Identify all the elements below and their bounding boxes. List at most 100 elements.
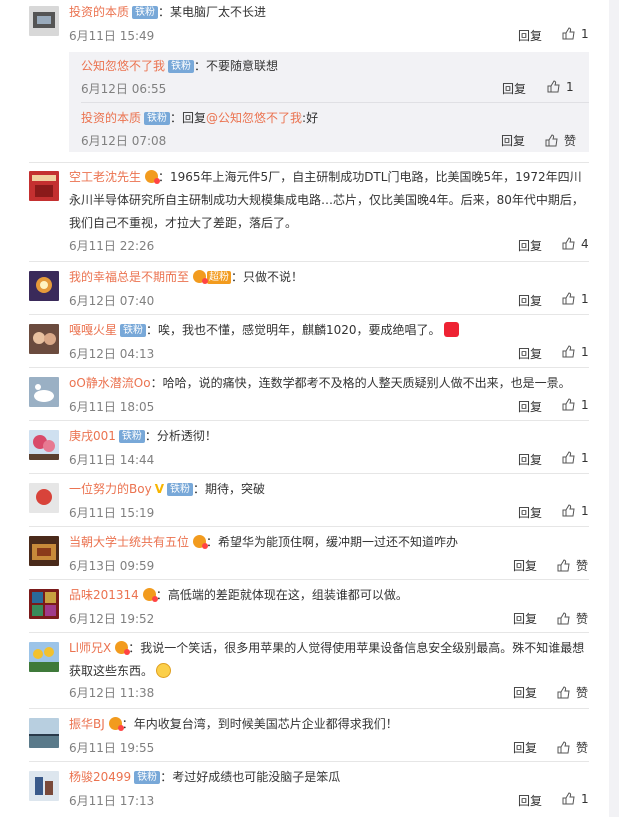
username[interactable]: 杨骏20499 xyxy=(69,770,131,784)
fan-badge[interactable]: 铁粉 xyxy=(168,60,195,73)
avatar[interactable] xyxy=(29,483,59,513)
reply-button[interactable]: 回复 xyxy=(513,739,537,756)
thumbs-up-icon xyxy=(562,398,575,411)
avatar[interactable] xyxy=(29,171,59,201)
comment-text: ：哈哈，说的痛快，连数学都考不及格的人整天质疑别人做不出来，也是一景。 xyxy=(150,376,571,390)
like-button[interactable]: 赞 xyxy=(557,739,588,756)
mention-link[interactable]: @公知忽悠不了我 xyxy=(206,111,302,125)
username[interactable]: 投资的本质 xyxy=(81,111,141,125)
reply-button[interactable]: 回复 xyxy=(518,451,542,468)
reply-button[interactable]: 回复 xyxy=(501,132,525,149)
page-gutter xyxy=(609,0,619,817)
superfan-icon[interactable] xyxy=(145,170,161,184)
username[interactable]: oO静水潜流Oo xyxy=(69,376,151,390)
username[interactable]: Ll师兄X xyxy=(69,641,111,655)
fan-badge[interactable]: 铁粉 xyxy=(132,6,159,19)
comment-date: 6月13日 09:59 xyxy=(69,559,155,573)
fan-badge[interactable]: 铁粉 xyxy=(134,771,161,784)
superfan-badge[interactable]: 超粉 xyxy=(207,271,232,284)
reply-button[interactable]: 回复 xyxy=(518,27,542,44)
comment-text: ：年内收复台湾，到时候美国芯片企业都得求我们！ xyxy=(121,717,398,731)
verified-v-icon[interactable]: V xyxy=(155,482,164,496)
like-button[interactable]: 1 xyxy=(562,345,589,359)
avatar[interactable] xyxy=(29,589,59,619)
like-button[interactable]: 赞 xyxy=(545,132,576,149)
like-count: 1 xyxy=(581,792,589,806)
avatar[interactable] xyxy=(29,718,59,748)
reply-button[interactable]: 回复 xyxy=(513,557,537,574)
username[interactable]: 投资的本质 xyxy=(69,5,129,19)
username[interactable]: 品味201314 xyxy=(69,588,139,602)
like-button[interactable]: 赞 xyxy=(557,684,588,701)
username[interactable]: 一位努力的Boy xyxy=(69,482,152,496)
like-button[interactable]: 1 xyxy=(562,292,589,306)
username[interactable]: 我的幸福总是不期而至 xyxy=(69,270,189,284)
superfan-icon[interactable] xyxy=(193,270,209,284)
comment-item: 杨骏20499 铁粉 ：考过好成绩也可能没脑子是笨瓜 6月11日 17:13 回复 … xyxy=(29,768,589,813)
comment-date: 6月11日 19:55 xyxy=(69,741,155,755)
reply-button[interactable]: 回复 xyxy=(518,345,542,362)
avatar[interactable] xyxy=(29,324,59,354)
avatar[interactable] xyxy=(29,6,59,36)
fan-badge[interactable]: 铁粉 xyxy=(118,430,145,443)
superfan-icon[interactable] xyxy=(115,641,131,655)
divider xyxy=(29,367,589,368)
avatar[interactable] xyxy=(29,271,59,301)
like-button[interactable]: 1 xyxy=(562,451,589,465)
thumbs-up-icon xyxy=(562,451,575,464)
reply-item: 公知忽悠不了我 铁粉 ：不要随意联想 xyxy=(81,56,278,76)
avatar[interactable] xyxy=(29,377,59,407)
username[interactable]: 振华BJ xyxy=(69,717,105,731)
like-button[interactable]: 4 xyxy=(562,237,589,251)
like-count: 4 xyxy=(581,237,589,251)
username[interactable]: 当朝大学士统共有五位 xyxy=(69,535,189,549)
like-button[interactable]: 1 xyxy=(562,398,589,412)
like-button[interactable]: 1 xyxy=(562,27,589,41)
like-button[interactable]: 1 xyxy=(562,792,589,806)
comment-item: 振华BJ ：年内收复台湾，到时候美国芯片企业都得求我们！ 6月11日 19:55 … xyxy=(29,715,589,760)
comment-item: 一位努力的Boy V 铁粉 ：期待，突破 6月11日 15:19 回复 1 xyxy=(29,480,589,525)
divider xyxy=(29,420,589,421)
avatar[interactable] xyxy=(29,536,59,566)
like-count: 1 xyxy=(581,27,589,41)
avatar[interactable] xyxy=(29,430,59,460)
reply-button[interactable]: 回复 xyxy=(513,684,537,701)
like-count: 1 xyxy=(581,504,589,518)
thumbs-up-icon xyxy=(562,292,575,305)
thumbs-up-icon xyxy=(547,80,560,93)
superfan-icon[interactable] xyxy=(193,535,209,549)
divider xyxy=(81,102,589,103)
superfan-icon[interactable] xyxy=(142,588,158,602)
avatar[interactable] xyxy=(29,642,59,672)
reply-button[interactable]: 回复 xyxy=(502,80,526,97)
comment-item: 庚戌001 铁粉 ：分析透彻！ 6月11日 14:44 回复 1 xyxy=(29,427,589,472)
smile-emoji-icon xyxy=(156,663,172,678)
comment-date: 6月12日 07:40 xyxy=(69,294,155,308)
username[interactable]: 公知忽悠不了我 xyxy=(81,59,165,73)
username[interactable]: 嘎嘎火星 xyxy=(69,323,117,337)
fan-badge[interactable]: 铁粉 xyxy=(144,112,171,125)
reply-button[interactable]: 回复 xyxy=(518,504,542,521)
like-button[interactable]: 赞 xyxy=(557,610,588,627)
reply-button[interactable]: 回复 xyxy=(518,792,542,809)
reply-button[interactable]: 回复 xyxy=(513,610,537,627)
comment-text: ：我说一个笑话，很多用苹果的人觉得使用苹果设备信息安全级别最高。殊不知谁最想获取… xyxy=(69,641,585,678)
like-count: 1 xyxy=(581,451,589,465)
reply-button[interactable]: 回复 xyxy=(518,292,542,309)
comment-date: 6月11日 22:26 xyxy=(69,239,155,253)
like-count: 1 xyxy=(581,345,589,359)
comment-date: 6月12日 19:52 xyxy=(69,612,155,626)
superfan-icon[interactable] xyxy=(108,717,124,731)
reply-button[interactable]: 回复 xyxy=(518,398,542,415)
avatar[interactable] xyxy=(29,771,59,801)
fan-badge[interactable]: 铁粉 xyxy=(166,483,193,496)
username[interactable]: 空工老沈先生 xyxy=(69,170,141,184)
reply-button[interactable]: 回复 xyxy=(518,237,542,254)
like-button[interactable]: 赞 xyxy=(557,557,588,574)
comment-text: ：不要随意联想 xyxy=(194,59,279,73)
divider xyxy=(29,708,589,709)
like-button[interactable]: 1 xyxy=(562,504,589,518)
username[interactable]: 庚戌001 xyxy=(69,429,116,443)
like-button[interactable]: 1 xyxy=(547,80,574,94)
fan-badge[interactable]: 铁粉 xyxy=(120,324,147,337)
